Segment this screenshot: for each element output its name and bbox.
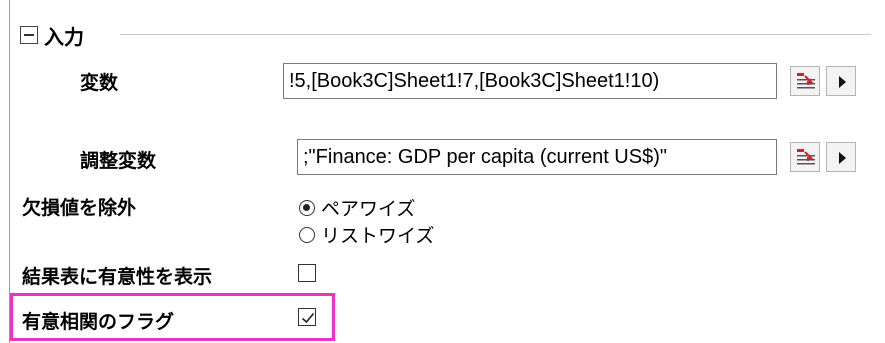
radio-button[interactable] [299, 226, 315, 243]
variables-range-select-button[interactable] [790, 66, 820, 96]
radio-pairwise[interactable]: ペアワイズ [299, 194, 415, 221]
control-variables-input[interactable]: ;"Finance: GDP per capita (current US$)" [297, 139, 777, 175]
input-group-header[interactable]: 入力 [20, 18, 84, 52]
show-significance-checkbox[interactable] [298, 264, 316, 282]
variables-menu-button[interactable] [826, 66, 856, 96]
range-select-icon [797, 73, 815, 89]
exclude-missing-label: 欠損値を除外 [22, 197, 137, 219]
variables-label: 変数 [80, 72, 119, 94]
show-significance-label: 結果表に有意性を表示 [22, 266, 213, 288]
radio-pairwise-label: ペアワイズ [321, 198, 416, 220]
control-variables-range-select-button[interactable] [790, 142, 820, 172]
input-group-title: 入力 [44, 24, 84, 49]
highlight-box [10, 293, 335, 341]
control-variables-menu-button[interactable] [826, 142, 856, 172]
radio-listwise[interactable]: リストワイズ [299, 221, 434, 248]
collapse-icon[interactable] [20, 26, 38, 44]
panel-left-border [9, 0, 10, 343]
variables-input[interactable]: !5,[Book3C]Sheet1!7,[Book3C]Sheet1!10) [283, 63, 777, 99]
radio-button-selected[interactable] [299, 199, 315, 216]
play-arrow-icon [839, 76, 846, 88]
play-arrow-icon [839, 152, 846, 164]
range-select-icon [797, 149, 815, 165]
group-divider [120, 34, 871, 35]
radio-listwise-label: リストワイズ [321, 225, 435, 247]
control-variables-label: 調整変数 [80, 150, 157, 172]
